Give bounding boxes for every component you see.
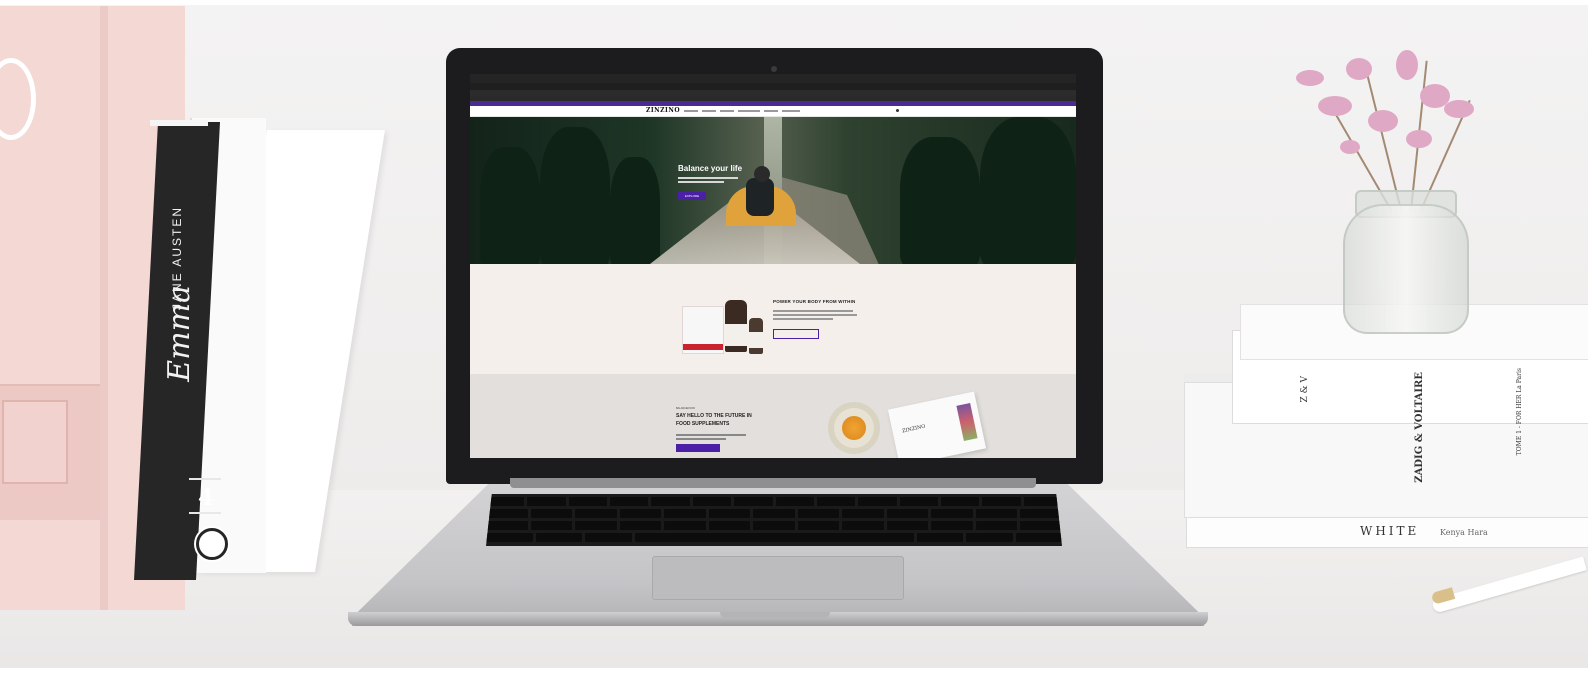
site-logo: ZINZINO bbox=[646, 107, 681, 114]
section2-text-line bbox=[773, 310, 853, 312]
flower-blossom bbox=[1406, 130, 1432, 148]
section3-eyebrow: BALANCEFOOD bbox=[676, 407, 695, 410]
product-box-stripe bbox=[683, 344, 723, 350]
nav-item bbox=[764, 110, 778, 112]
oil-bottle-label bbox=[725, 324, 747, 346]
flower-blossom bbox=[1444, 100, 1474, 118]
section2-button[interactable] bbox=[773, 329, 819, 339]
nav-item bbox=[684, 110, 698, 112]
top-border bbox=[0, 0, 1588, 5]
section3-button[interactable] bbox=[676, 444, 720, 452]
section3-text-line bbox=[676, 434, 746, 436]
browser-tabs bbox=[470, 83, 1076, 90]
file-holder-label-slot bbox=[2, 400, 68, 484]
black-book-pages bbox=[150, 120, 208, 126]
spine-bar-top bbox=[189, 478, 221, 480]
hiker-backpack bbox=[746, 178, 774, 216]
flower-blossom bbox=[1346, 58, 1372, 80]
supplement-pills bbox=[842, 416, 866, 440]
flower-blossom bbox=[1396, 50, 1418, 80]
flower-blossom bbox=[1296, 70, 1324, 86]
flower-blossom bbox=[1368, 110, 1398, 132]
small-bottle-label bbox=[749, 332, 763, 348]
nav-item bbox=[702, 110, 716, 112]
search-icon bbox=[896, 109, 899, 112]
section2-text-line bbox=[773, 318, 833, 320]
laptop-keyboard bbox=[486, 494, 1062, 546]
section2-text-line bbox=[773, 314, 857, 316]
laptop-trackpad bbox=[652, 556, 904, 600]
book-volume: 4 bbox=[198, 485, 214, 511]
hiker-head bbox=[754, 166, 770, 182]
flower-blossom bbox=[1318, 96, 1352, 116]
book-title: Emma bbox=[162, 285, 197, 382]
publisher-badge-icon bbox=[196, 528, 228, 560]
glass-jar-vase bbox=[1343, 204, 1469, 334]
webcam-icon bbox=[771, 66, 777, 72]
flower-blossom bbox=[1340, 140, 1360, 154]
section3-title: SAY HELLO TO THE FUTURE IN FOOD SUPPLEME… bbox=[676, 413, 752, 427]
bottom-border bbox=[0, 668, 1588, 679]
book-zv-initials: Z & V bbox=[1300, 376, 1310, 403]
section2-title: POWER YOUR BODY FROM WITHIN bbox=[773, 299, 856, 304]
hero-subtitle bbox=[678, 181, 724, 183]
spine-bar-bottom bbox=[189, 512, 221, 514]
book-zv-title: ZADIG & VOLTAIRE bbox=[1414, 372, 1425, 483]
tree bbox=[540, 127, 610, 264]
section3-text-line bbox=[676, 438, 726, 440]
hero-subtitle bbox=[678, 177, 738, 179]
tree bbox=[980, 117, 1076, 264]
nav-item bbox=[738, 110, 760, 112]
tree bbox=[480, 147, 540, 264]
laptop-hinge bbox=[510, 478, 1036, 488]
browser-menu-bar bbox=[470, 74, 1076, 83]
book-zv-subtitle: TOME 1 - FOR HER La Paris bbox=[1516, 368, 1523, 456]
book-white-title: WHITE bbox=[1360, 524, 1420, 538]
laptop-notch bbox=[720, 612, 830, 618]
tree bbox=[900, 137, 980, 264]
laptop-screen: ZINZINO Balance your life EXPLORE POWER … bbox=[470, 74, 1076, 458]
nav-item bbox=[782, 110, 800, 112]
file-holder-edge bbox=[100, 6, 108, 610]
tree bbox=[610, 157, 660, 264]
explore-button[interactable]: EXPLORE bbox=[678, 192, 706, 200]
nav-item bbox=[720, 110, 734, 112]
book-white-author: Kenya Hara bbox=[1440, 528, 1488, 537]
hero-title: Balance your life bbox=[678, 164, 743, 173]
